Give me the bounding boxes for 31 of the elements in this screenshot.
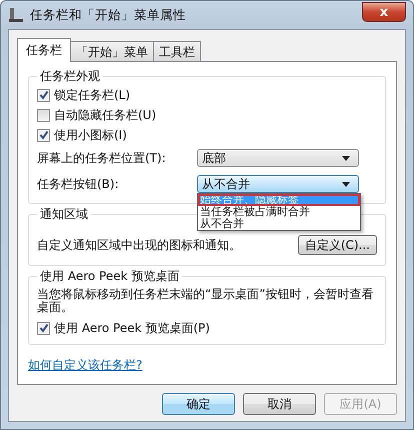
close-button[interactable]: x <box>362 2 406 22</box>
checkbox-label: 使用小图标(I) <box>54 126 127 144</box>
checkbox-label: 自动隐藏任务栏(U) <box>54 106 156 124</box>
dropdown[interactable]: 底部 <box>197 149 359 167</box>
group-title: 通知区域 <box>39 206 89 223</box>
help-link[interactable]: 如何自定义该任务栏? <box>28 357 142 374</box>
checkbox[interactable] <box>37 322 50 334</box>
field-label: 屏幕上的任务栏位置(T): <box>37 150 167 166</box>
taskbar-icon <box>8 7 24 23</box>
dropdown-option[interactable]: 当任务栏被占满时合并 <box>198 206 360 218</box>
description-text: 自定义通知区域中出现的图标和通知。 <box>37 236 241 254</box>
dropdown[interactable]: 从不合并 <box>197 175 359 193</box>
description-text: 当您将鼠标移动到任务栏末端的“显示桌面”按钮时，会暂时查看桌面。 <box>37 286 374 316</box>
checkbox[interactable] <box>37 128 50 142</box>
caret-icon <box>342 156 350 160</box>
checkbox-label: 使用 Aero Peek 预览桌面(P) <box>54 320 210 336</box>
group-title: 使用 Aero Peek 预览桌面 <box>39 268 180 285</box>
dropdown-option[interactable]: 从不合并 <box>198 218 360 230</box>
tab[interactable]: 任务栏 <box>17 38 71 62</box>
dialog-button[interactable]: 取消 <box>243 393 316 415</box>
window-title: 任务栏和「开始」菜单属性 <box>30 6 187 24</box>
tab[interactable]: 工具栏 <box>153 41 201 61</box>
tab[interactable]: 「开始」菜单 <box>70 41 154 61</box>
field-label: 任务栏按钮(B): <box>37 176 120 192</box>
checkbox[interactable] <box>37 88 50 102</box>
caret-icon <box>342 182 350 186</box>
checkbox[interactable] <box>37 108 50 122</box>
dialog-button[interactable]: 确定 <box>162 393 235 415</box>
customize-button[interactable]: 自定义(C)... <box>298 235 377 255</box>
checkbox-label: 锁定任务栏(L) <box>54 86 130 104</box>
group-title: 任务栏外观 <box>39 68 101 85</box>
